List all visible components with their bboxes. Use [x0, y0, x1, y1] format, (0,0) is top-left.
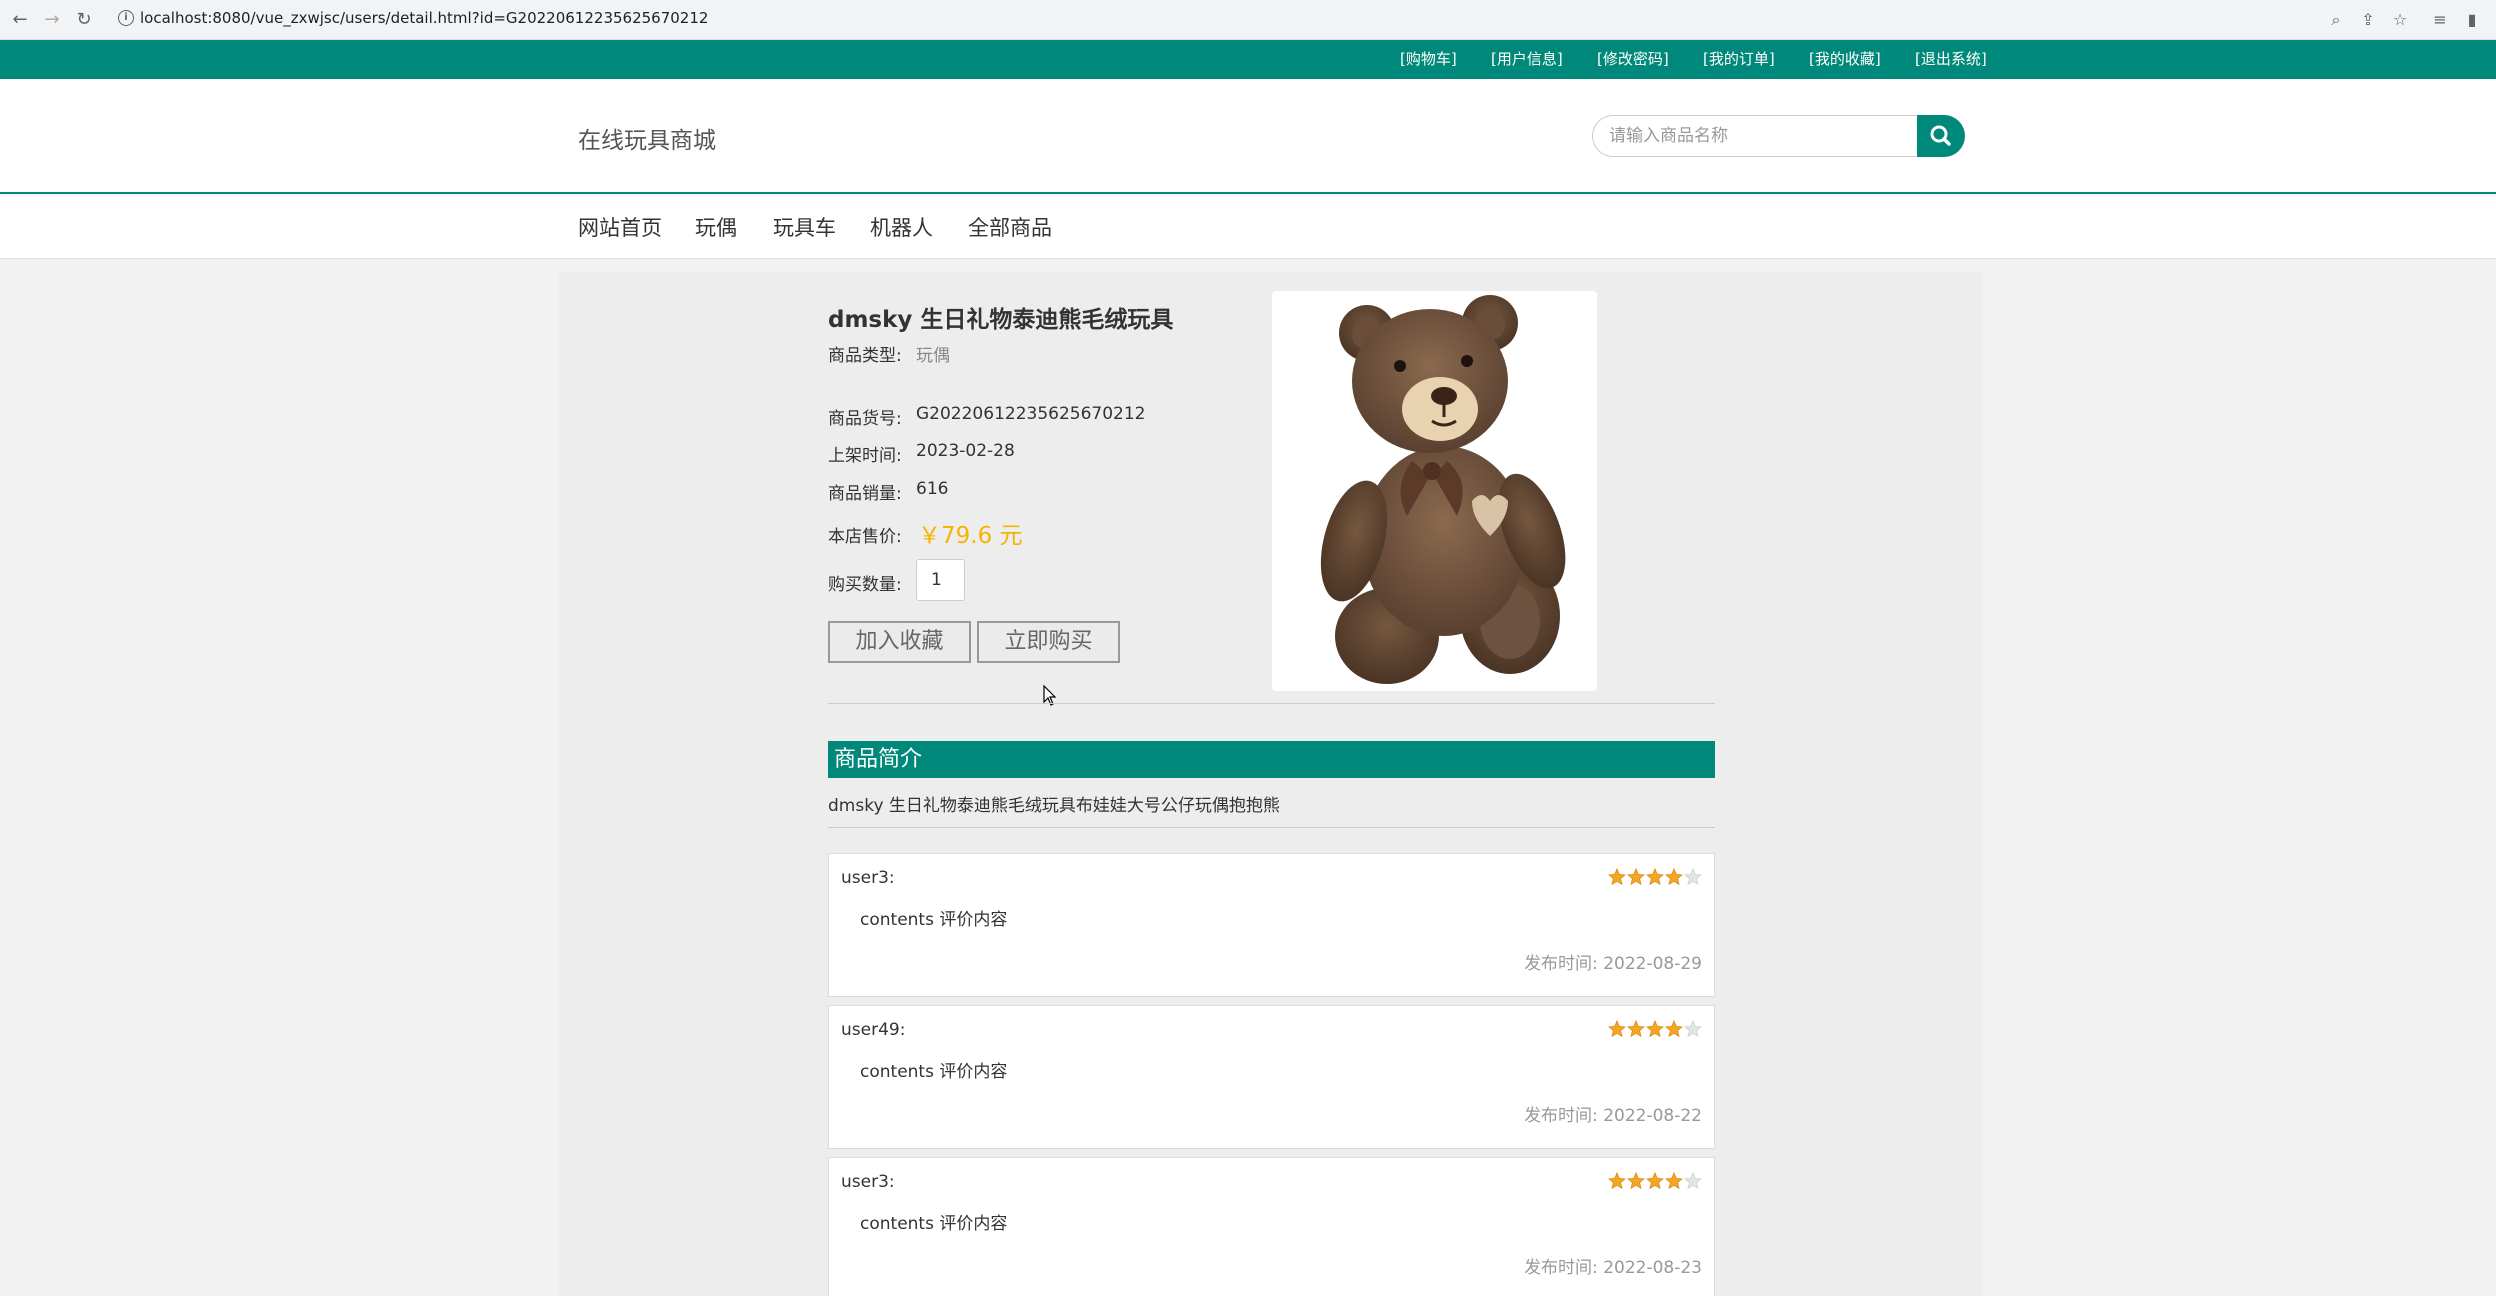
review-rating — [1608, 1020, 1702, 1038]
divider — [828, 703, 1715, 704]
logout-link[interactable]: [退出系统] — [1915, 40, 1987, 79]
address-bar[interactable]: localhost:8080/vue_zxwjsc/users/detail.h… — [140, 9, 708, 27]
star-empty-icon — [1684, 1020, 1702, 1038]
reading-list-icon[interactable]: ≡ — [2428, 8, 2452, 32]
search-icon — [1930, 125, 1951, 146]
star-filled-icon — [1608, 1172, 1626, 1190]
forward-arrow-icon[interactable]: → — [40, 8, 64, 32]
change-password-link[interactable]: [修改密码] — [1597, 40, 1669, 79]
product-price: ￥79.6 元 — [918, 523, 1023, 549]
review-time-value: 2022-08-22 — [1603, 1106, 1702, 1126]
cart-link[interactable]: [购物车] — [1400, 40, 1457, 79]
star-empty-icon — [1684, 1172, 1702, 1190]
nav-robots[interactable]: 机器人 — [870, 212, 933, 242]
site-info-icon[interactable]: i — [118, 10, 134, 26]
back-arrow-icon[interactable]: ← — [8, 8, 32, 32]
browser-toolbar: ← → ↻ i localhost:8080/vue_zxwjsc/users/… — [0, 0, 2496, 40]
star-filled-icon — [1627, 868, 1645, 886]
intro-section-title: 商品简介 — [828, 741, 1715, 778]
user-info-link[interactable]: [用户信息] — [1491, 40, 1563, 79]
star-empty-icon — [1684, 868, 1702, 886]
nav-all-products[interactable]: 全部商品 — [968, 212, 1052, 242]
review-time: 发布时间: 2022-08-23 — [1524, 1253, 1702, 1278]
product-sales-label: 商品销量: — [828, 484, 902, 504]
review-user: user3: — [841, 868, 895, 888]
nav-home[interactable]: 网站首页 — [578, 212, 662, 242]
my-orders-link[interactable]: [我的订单] — [1703, 40, 1775, 79]
review-rating — [1608, 868, 1702, 886]
nav-dolls[interactable]: 玩偶 — [695, 212, 737, 242]
review-card: user3: contents 评价内容 发布时间: 2022-08-29 — [828, 853, 1715, 997]
search-button[interactable] — [1917, 115, 1965, 157]
review-user: user49: — [841, 1020, 906, 1040]
bookmark-star-icon[interactable]: ☆ — [2388, 8, 2412, 32]
star-filled-icon — [1665, 1020, 1683, 1038]
product-date-label: 上架时间: — [828, 446, 902, 466]
star-filled-icon — [1646, 1172, 1664, 1190]
zoom-icon[interactable]: ⌕ — [2324, 8, 2348, 32]
product-sku-value: G20220612235625670212 — [916, 404, 1146, 424]
star-filled-icon — [1646, 868, 1664, 886]
quantity-input[interactable]: 1 — [916, 559, 965, 601]
add-to-favorites-button[interactable]: 加入收藏 — [828, 621, 971, 663]
review-content: contents 评价内容 — [860, 910, 1008, 930]
product-type-value: 玩偶 — [916, 346, 950, 366]
nav-toy-cars[interactable]: 玩具车 — [773, 212, 836, 242]
review-card: user3: contents 评价内容 发布时间: 2022-08-23 — [828, 1157, 1715, 1296]
quantity-value: 1 — [931, 570, 942, 590]
star-filled-icon — [1665, 868, 1683, 886]
product-sales-value: 616 — [916, 479, 949, 499]
review-time-label: 发布时间: — [1524, 1106, 1598, 1126]
review-user: user3: — [841, 1172, 895, 1192]
review-card: user49: contents 评价内容 发布时间: 2022-08-22 — [828, 1005, 1715, 1149]
product-image — [1272, 291, 1597, 691]
product-date-value: 2023-02-28 — [916, 441, 1015, 461]
review-time-label: 发布时间: — [1524, 1258, 1598, 1278]
site-title[interactable]: 在线玩具商城 — [578, 121, 716, 155]
product-price-label: 本店售价: — [828, 527, 902, 547]
buy-now-button[interactable]: 立即购买 — [977, 621, 1120, 663]
intro-text: dmsky 生日礼物泰迪熊毛绒玩具布娃娃大号公仔玩偶抱抱熊 — [828, 796, 1280, 816]
review-content: contents 评价内容 — [860, 1062, 1008, 1082]
review-time-label: 发布时间: — [1524, 954, 1598, 974]
divider — [828, 827, 1715, 828]
side-panel-icon[interactable]: ▮ — [2460, 8, 2484, 32]
product-title: dmsky 生日礼物泰迪熊毛绒玩具 — [828, 307, 1174, 333]
review-time: 发布时间: 2022-08-22 — [1524, 1101, 1702, 1126]
star-filled-icon — [1627, 1020, 1645, 1038]
product-sku-label: 商品货号: — [828, 409, 902, 429]
share-icon[interactable]: ⇪ — [2356, 8, 2380, 32]
quantity-label: 购买数量: — [828, 575, 902, 595]
star-filled-icon — [1665, 1172, 1683, 1190]
search-input[interactable] — [1592, 115, 1920, 157]
star-filled-icon — [1608, 1020, 1626, 1038]
site-header: 在线玩具商城 — [0, 79, 2496, 194]
my-favorites-link[interactable]: [我的收藏] — [1809, 40, 1881, 79]
star-filled-icon — [1627, 1172, 1645, 1190]
review-rating — [1608, 1172, 1702, 1190]
product-type-label: 商品类型: — [828, 346, 902, 366]
star-filled-icon — [1608, 868, 1626, 886]
review-time: 发布时间: 2022-08-29 — [1524, 949, 1702, 974]
review-time-value: 2022-08-23 — [1603, 1258, 1702, 1278]
reload-icon[interactable]: ↻ — [72, 8, 96, 32]
top-link-bar: [购物车] [用户信息] [修改密码] [我的订单] [我的收藏] [退出系统] — [0, 40, 2496, 79]
teddy-bear-image — [1320, 295, 1566, 684]
main-nav: 网站首页 玩偶 玩具车 机器人 全部商品 — [0, 196, 2496, 259]
star-filled-icon — [1646, 1020, 1664, 1038]
review-content: contents 评价内容 — [860, 1214, 1008, 1234]
review-time-value: 2022-08-29 — [1603, 954, 1702, 974]
